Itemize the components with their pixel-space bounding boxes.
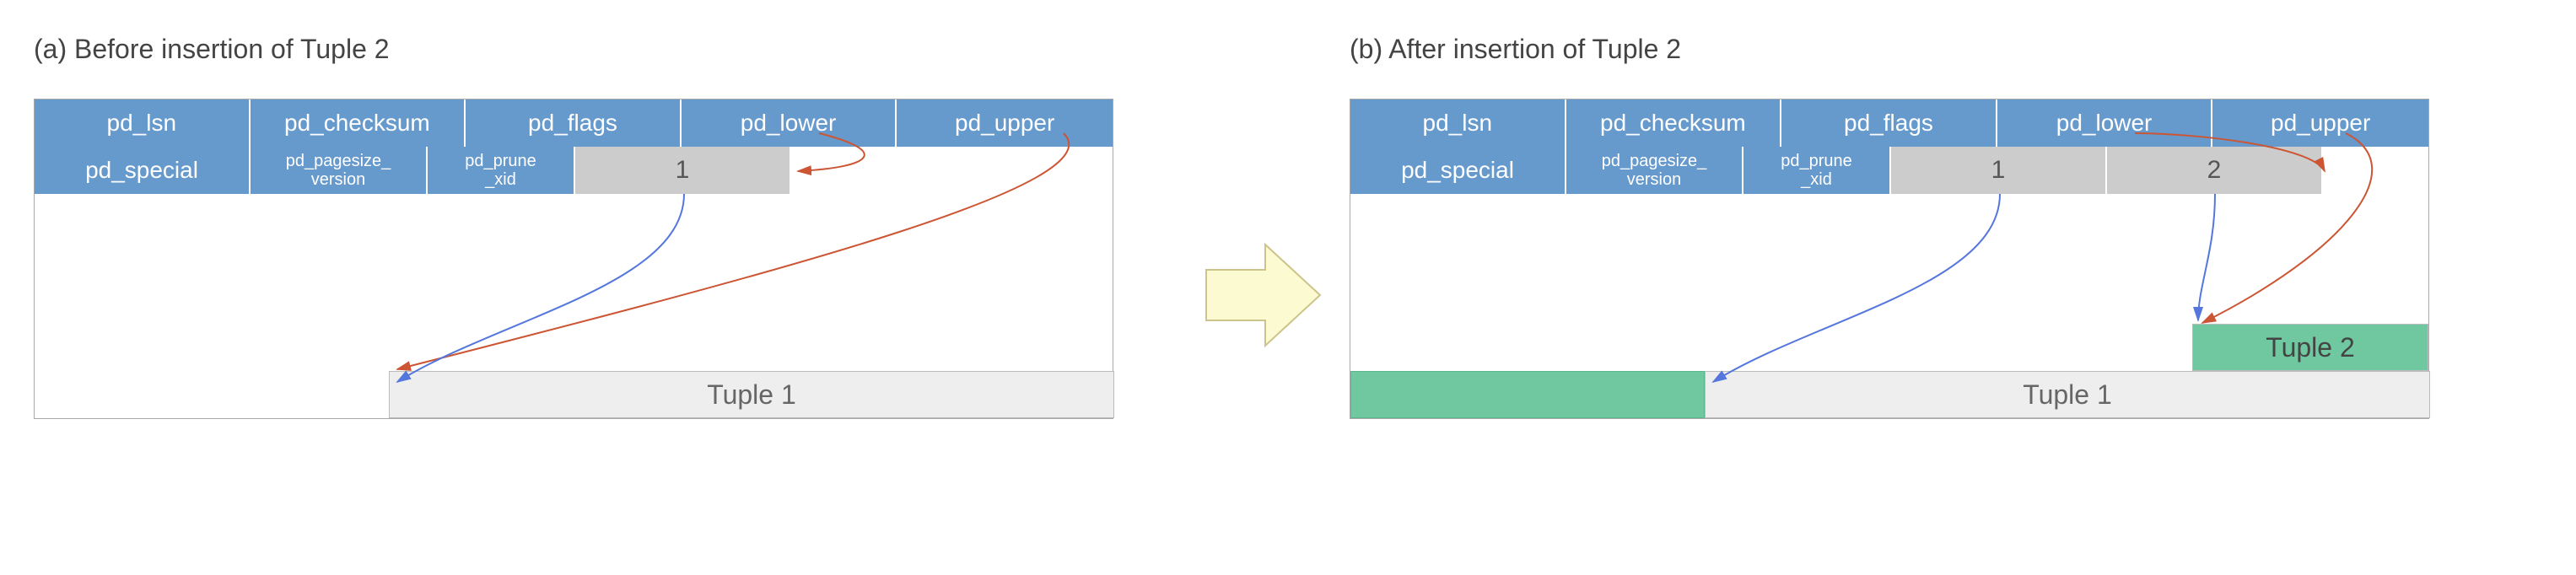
cell-pd-flags-b: pd_flags [1781, 99, 1997, 147]
header-row-1-b: pd_lsn pd_checksum pd_flags pd_lower pd_… [1350, 99, 2428, 147]
cell-pd-pagesize-b: pd_pagesize_ version [1566, 147, 1743, 194]
cell-pd-lower: pd_lower [682, 99, 897, 147]
cell-pd-pagesize: pd_pagesize_ version [251, 147, 428, 194]
transition-arrow-icon [1198, 236, 1324, 354]
cell-pd-special: pd_special [35, 147, 251, 194]
tuple-2-b: Tuple 2 [2192, 324, 2428, 371]
panel-b-title: (b) After insertion of Tuple 2 [1350, 34, 2429, 65]
cell-pd-checksum: pd_checksum [251, 99, 466, 147]
cell-pd-upper-b: pd_upper [2212, 99, 2428, 147]
cell-pd-prune: pd_prune _xid [428, 147, 575, 194]
header-row-2-a: pd_special pd_pagesize_ version pd_prune… [35, 147, 1113, 194]
header-row-1-a: pd_lsn pd_checksum pd_flags pd_lower pd_… [35, 99, 1113, 147]
line-pointer-2-b: 2 [2107, 147, 2323, 194]
free-space-indicator [1350, 371, 1705, 418]
cell-pd-upper: pd_upper [897, 99, 1113, 147]
panel-before: (a) Before insertion of Tuple 2 pd_lsn p… [34, 34, 1113, 419]
page-box-b: pd_lsn pd_checksum pd_flags pd_lower pd_… [1350, 99, 2429, 419]
cell-pd-flags: pd_flags [466, 99, 682, 147]
cell-pd-lsn-b: pd_lsn [1350, 99, 1566, 147]
line-pointer-1-b: 1 [1891, 147, 2107, 194]
cell-pd-lower-b: pd_lower [1997, 99, 2213, 147]
tuple-1-b: Tuple 1 [1705, 371, 2430, 418]
panel-after: (b) After insertion of Tuple 2 pd_lsn pd… [1350, 34, 2429, 419]
tuple-1-a: Tuple 1 [389, 371, 1114, 418]
line-pointer-1-a: 1 [575, 147, 791, 194]
page-box-a: pd_lsn pd_checksum pd_flags pd_lower pd_… [34, 99, 1113, 419]
header-row-2-b: pd_special pd_pagesize_ version pd_prune… [1350, 147, 2428, 194]
cell-pd-checksum-b: pd_checksum [1566, 99, 1782, 147]
cell-pd-lsn: pd_lsn [35, 99, 251, 147]
panel-a-title: (a) Before insertion of Tuple 2 [34, 34, 1113, 65]
cell-pd-special-b: pd_special [1350, 147, 1566, 194]
diagram-container: (a) Before insertion of Tuple 2 pd_lsn p… [34, 34, 2542, 419]
cell-pd-prune-b: pd_prune _xid [1743, 147, 1891, 194]
